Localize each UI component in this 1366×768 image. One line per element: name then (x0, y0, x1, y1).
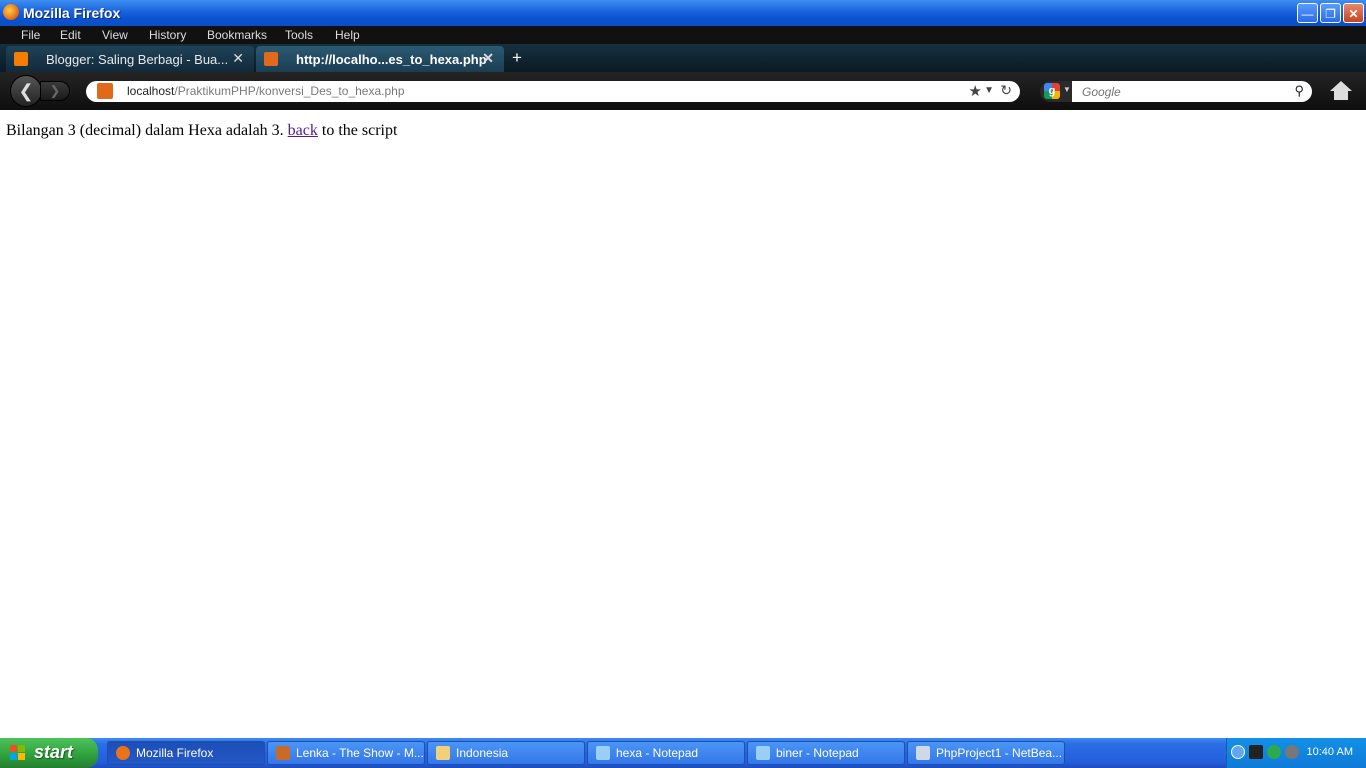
taskbar-item-label: PhpProject1 - NetBea... (936, 746, 1063, 760)
start-button[interactable]: start (0, 738, 98, 768)
menu-help[interactable]: Help (335, 28, 360, 42)
bookmark-star-icon[interactable]: ★ (969, 82, 982, 100)
tab-strip: Blogger: Saling Berbagi - Bua... ✕ http:… (0, 44, 1366, 72)
taskbar-item-folder[interactable]: Indonesia (427, 741, 585, 765)
taskbar-item-label: Indonesia (456, 746, 509, 760)
search-engine-selector[interactable]: g ▼ (1040, 81, 1072, 102)
back-button[interactable]: ❮ (10, 75, 42, 107)
tab-blogger[interactable]: Blogger: Saling Berbagi - Bua... ✕ (6, 46, 254, 72)
notepad-icon (756, 746, 770, 760)
netbeans-icon (916, 746, 930, 760)
result-text: Bilangan 3 (decimal) dalam Hexa adalah 3… (6, 122, 288, 139)
media-player-icon (276, 746, 290, 760)
result-text-tail: to the script (317, 122, 398, 139)
firefox-icon (116, 746, 130, 760)
taskbar-item-biner-notepad[interactable]: biner - Notepad (747, 741, 905, 765)
blogger-icon (14, 52, 28, 66)
window-title-bar: Mozilla Firefox — ❐ ✕ (0, 0, 1366, 26)
tab-localhost[interactable]: http://localho...es_to_hexa.php ✕ (256, 46, 504, 72)
menu-bar: File Edit View History Bookmarks Tools H… (0, 26, 1366, 44)
tab-label: http://localho...es_to_hexa.php (296, 52, 487, 67)
menu-edit[interactable]: Edit (60, 28, 81, 42)
forward-button[interactable]: ❯ (40, 81, 70, 101)
taskbar-item-label: hexa - Notepad (616, 746, 699, 760)
minimize-button[interactable]: — (1297, 3, 1318, 23)
tray-expand-icon[interactable] (1231, 745, 1245, 759)
restore-button[interactable]: ❐ (1320, 3, 1341, 23)
windows-logo-icon (10, 745, 25, 760)
url-path: /PraktikumPHP/konversi_Des_to_hexa.php (174, 84, 405, 98)
taskbar-item-label: Lenka - The Show - M... (296, 746, 424, 760)
google-icon: g (1044, 83, 1060, 99)
close-tab-icon[interactable]: ✕ (482, 50, 494, 67)
volume-icon[interactable] (1285, 745, 1299, 759)
site-identity-icon[interactable] (97, 83, 113, 99)
menu-file[interactable]: File (21, 28, 40, 42)
close-tab-icon[interactable]: ✕ (232, 50, 244, 67)
clock: 10:40 AM (1306, 746, 1353, 758)
taskbar-item-hexa-notepad[interactable]: hexa - Notepad (587, 741, 745, 765)
notepad-icon (596, 746, 610, 760)
search-box[interactable]: ⚲ (1072, 81, 1312, 102)
url-text[interactable]: localhost/PraktikumPHP/konversi_Des_to_h… (127, 84, 405, 98)
search-input[interactable] (1080, 83, 1284, 101)
taskbar-item-label: Mozilla Firefox (136, 746, 214, 760)
reload-icon[interactable]: ↻ (1000, 82, 1012, 99)
result-message: Bilangan 3 (decimal) dalam Hexa adalah 3… (6, 122, 397, 140)
media-icon[interactable] (1249, 745, 1263, 759)
taskbar-item-netbeans[interactable]: PhpProject1 - NetBea... (907, 741, 1065, 765)
xampp-icon (264, 52, 278, 66)
chevron-down-icon: ▼ (1063, 85, 1071, 94)
window-title: Mozilla Firefox (23, 5, 121, 21)
page-content: Bilangan 3 (decimal) dalam Hexa adalah 3… (0, 110, 1366, 738)
menu-tools[interactable]: Tools (285, 28, 313, 42)
folder-icon (436, 746, 450, 760)
home-icon[interactable] (1329, 79, 1353, 103)
taskbar: start Mozilla Firefox Lenka - The Show -… (0, 738, 1366, 768)
firefox-icon (3, 4, 19, 20)
info-icon[interactable] (1267, 745, 1281, 759)
menu-view[interactable]: View (102, 28, 128, 42)
history-dropdown-icon[interactable]: ▼ (984, 85, 994, 96)
start-label: start (34, 742, 74, 762)
taskbar-item-label: biner - Notepad (776, 746, 859, 760)
back-link[interactable]: back (288, 122, 318, 139)
url-host: localhost (127, 84, 175, 98)
search-icon[interactable]: ⚲ (1294, 83, 1304, 99)
menu-history[interactable]: History (149, 28, 186, 42)
new-tab-button[interactable]: + (512, 48, 522, 68)
tab-label: Blogger: Saling Berbagi - Bua... (46, 52, 229, 67)
taskbar-item-firefox[interactable]: Mozilla Firefox (107, 741, 265, 765)
menu-bookmarks[interactable]: Bookmarks (207, 28, 267, 42)
address-bar[interactable]: localhost/PraktikumPHP/konversi_Des_to_h… (86, 81, 1020, 102)
close-button[interactable]: ✕ (1343, 3, 1364, 23)
system-tray: 10:40 AM (1226, 738, 1366, 768)
taskbar-item-media-player[interactable]: Lenka - The Show - M... (267, 741, 425, 765)
